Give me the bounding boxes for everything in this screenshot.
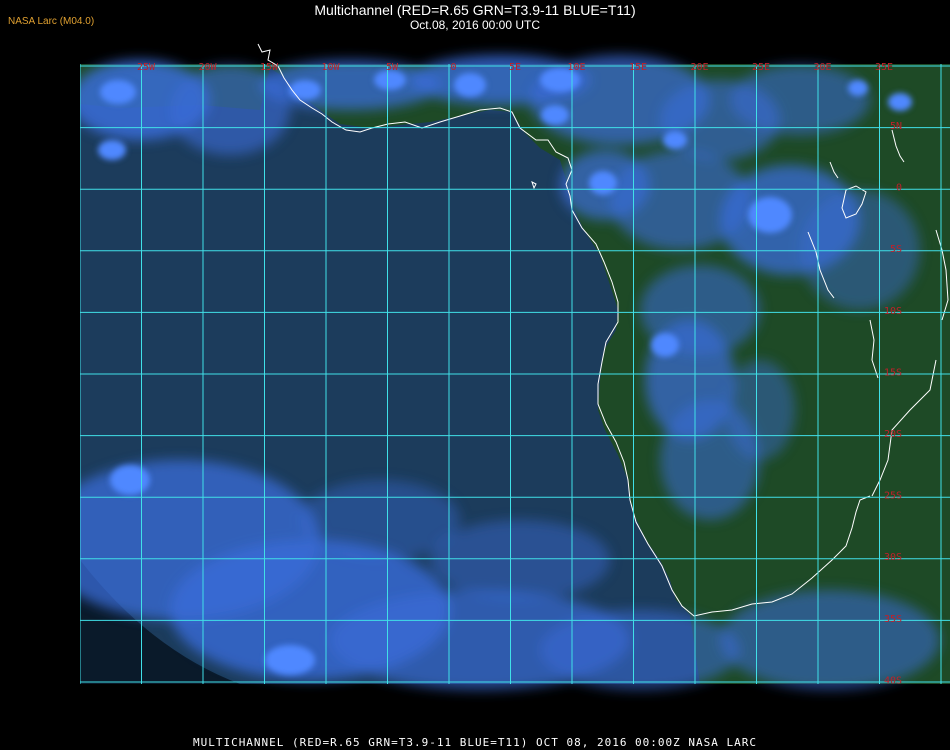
longitude-label: 5E (509, 62, 521, 73)
footer-caption: MULTICHANNEL (RED=R.65 GRN=T3.9-11 BLUE=… (192, 736, 758, 749)
latitude-label: 25S (884, 491, 902, 502)
map-canvas: 25W 20W 15W 10W 5W 0 5E 10E 15E 20E 25E 30E 35E 5N 0 5… (80, 42, 950, 726)
latitude-label: 5S (890, 244, 902, 255)
longitude-label: 0 (450, 62, 456, 73)
longitude-label: 25W (137, 62, 156, 73)
latitude-label: 5N (890, 121, 902, 132)
longitude-label: 35E (875, 62, 893, 73)
latitude-label: 0 (896, 183, 902, 194)
longitude-label: 20W (198, 62, 217, 73)
latitude-label: 40S (884, 675, 902, 686)
longitude-label: 15W (260, 62, 279, 73)
longitude-label: 5W (386, 62, 399, 73)
longitude-label: 20E (690, 62, 708, 73)
longitude-label: 30E (813, 62, 831, 73)
image-timestamp: Oct.08, 2016 00:00 UTC (409, 18, 541, 32)
image-title: Multichannel (RED=R.65 GRN=T3.9-11 BLUE=… (314, 2, 636, 18)
latitude-label: 10S (884, 306, 902, 317)
latitude-label: 30S (884, 552, 902, 563)
satellite-map: 25W 20W 15W 10W 5W 0 5E 10E 15E 20E 25E 30E 35E 5N 0 5… (80, 42, 950, 726)
longitude-label: 25E (752, 62, 770, 73)
latitude-label: 15S (884, 367, 902, 378)
longitude-label: 10E (567, 62, 585, 73)
longitude-label: 10W (321, 62, 340, 73)
latitude-label: 20S (884, 429, 902, 440)
latitude-label: 35S (884, 614, 902, 625)
longitude-label: 15E (629, 62, 647, 73)
